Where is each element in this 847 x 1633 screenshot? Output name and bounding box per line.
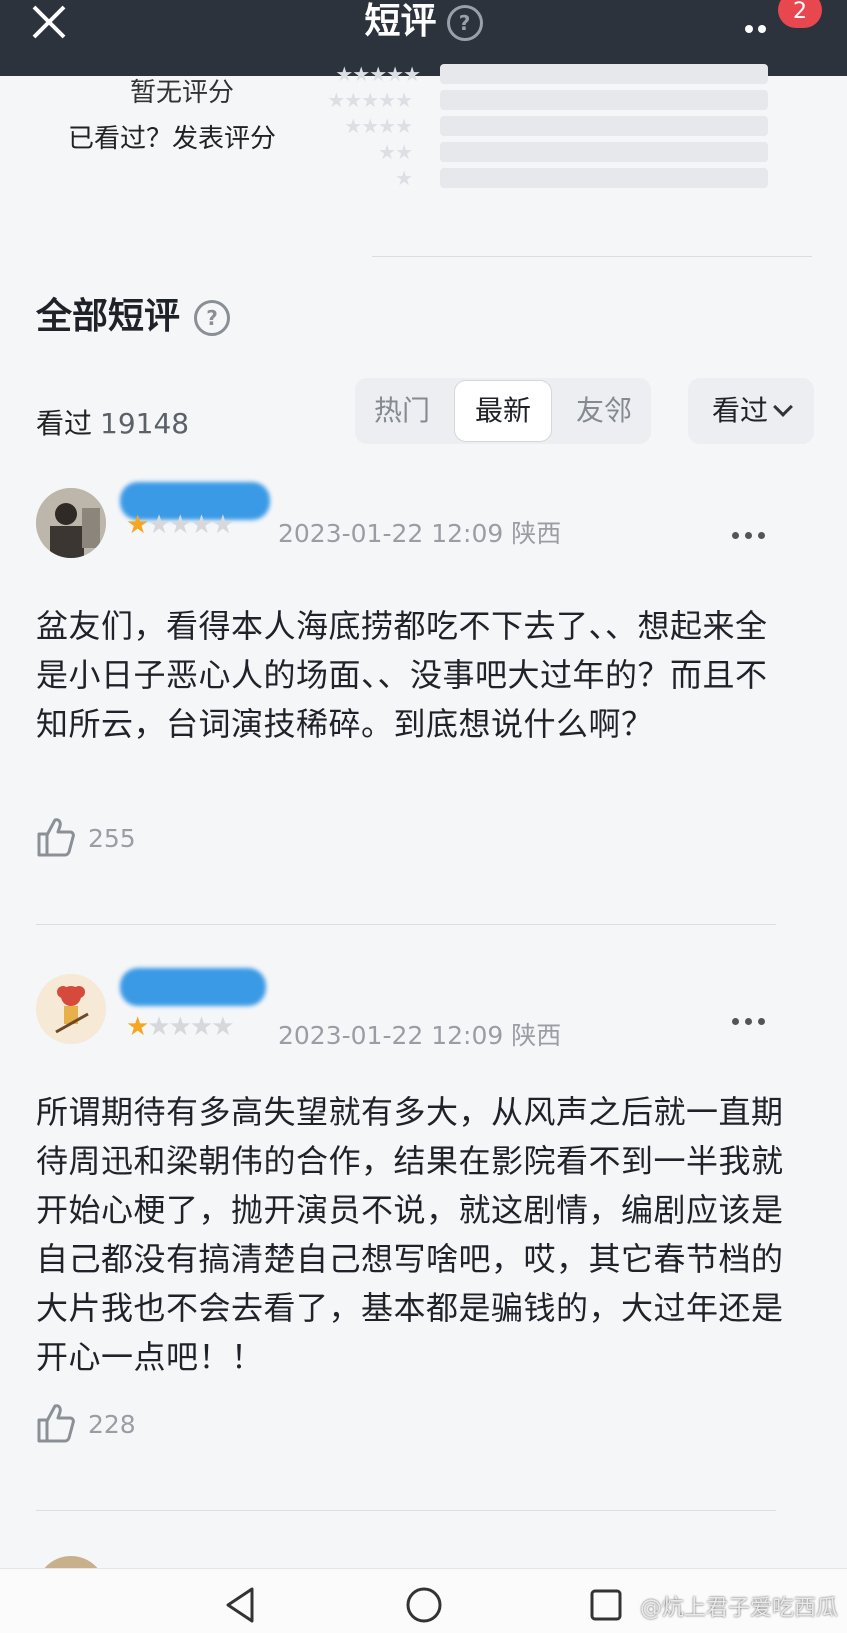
watched-count: 看过 19148 [36, 402, 189, 442]
comment-text: 盆友们，看得本人海底捞都吃不下去了、、想起来全是小日子恶心人的场面、、没事吧大过… [36, 607, 768, 743]
section-title: 全部短评? [36, 287, 231, 339]
page-title: 短评? [0, 0, 847, 44]
distribution-bar-2 [440, 142, 768, 162]
distribution-bar-5 [440, 64, 768, 84]
more-options-icon[interactable] [732, 1010, 771, 1029]
home-icon[interactable] [404, 1585, 444, 1625]
comment-meta: 2023-01-22 12:09 陕西 [278, 514, 561, 550]
tab-hot[interactable]: 热门 [355, 378, 449, 444]
distribution-bar-4 [440, 90, 768, 110]
notification-badge[interactable]: 2 [778, 0, 822, 28]
thumbs-up-icon [37, 818, 75, 857]
thumbs-up-icon [37, 1404, 75, 1443]
comment-date: 2023-01-22 12:09 [278, 1021, 504, 1050]
watermark: @炕上君子爱吃西瓜 [640, 1596, 839, 1621]
username-redacted [120, 968, 266, 1006]
divider [36, 1510, 776, 1511]
filter-label: 看过 [711, 394, 768, 427]
distribution-stars-3: ★★★★ [344, 114, 413, 138]
recent-apps-icon[interactable] [588, 1585, 624, 1625]
comment-location: 陕西 [511, 519, 562, 548]
tab-friends[interactable]: 友邻 [557, 378, 651, 444]
like-count: 228 [88, 1410, 136, 1439]
tab-latest[interactable]: 最新 [454, 380, 552, 442]
sort-tabs: 热门 最新 友邻 [355, 378, 651, 444]
chevron-down-icon [773, 397, 793, 417]
more-menu-icon[interactable] [745, 18, 771, 37]
like-count: 255 [88, 824, 136, 853]
filter-dropdown[interactable]: 看过 [688, 378, 814, 444]
distribution-stars-1: ★ [395, 166, 413, 190]
star-rating: ★★★★★ [126, 510, 235, 540]
distribution-stars-4: ★★★★★ [327, 88, 413, 112]
comment-meta: 2023-01-22 12:09 陕西 [278, 1016, 561, 1052]
watched-label: 看过 [36, 407, 93, 440]
star-rating: ★★★★★ [126, 1012, 235, 1042]
rating-summary: 暂无评分 已看过？发表评分 ★★★★★ ★★★★★ ★★★★ ★★ ★ [0, 62, 847, 256]
no-score-text: 暂无评分 [130, 78, 235, 108]
more-options-icon[interactable] [732, 524, 771, 543]
avatar[interactable] [36, 974, 106, 1044]
avatar[interactable] [36, 488, 106, 558]
comment-location: 陕西 [511, 1021, 562, 1050]
distribution-bar-3 [440, 116, 768, 136]
distribution-stars-2: ★★ [378, 140, 413, 164]
comment-text: 所谓期待有多高失望就有多大，从风声之后就一直期待周迅和梁朝伟的合作，结果在影院看… [36, 1093, 784, 1376]
like-button[interactable]: 228 [36, 1402, 136, 1448]
distribution-bar-1 [440, 168, 768, 188]
help-icon[interactable]: ? [446, 5, 483, 41]
page-title-text: 短评 [364, 1, 437, 42]
comment-date: 2023-01-22 12:09 [278, 519, 504, 548]
divider [372, 256, 812, 257]
rate-prompt-link[interactable]: 已看过？发表评分 [68, 118, 276, 155]
watched-number: 19148 [100, 407, 190, 440]
help-icon[interactable]: ? [194, 300, 231, 336]
divider [36, 924, 776, 925]
back-icon[interactable] [222, 1585, 258, 1625]
like-button[interactable]: 255 [36, 816, 136, 862]
section-title-text: 全部短评 [36, 296, 181, 337]
distribution-stars-5: ★★★★★ [335, 62, 421, 86]
